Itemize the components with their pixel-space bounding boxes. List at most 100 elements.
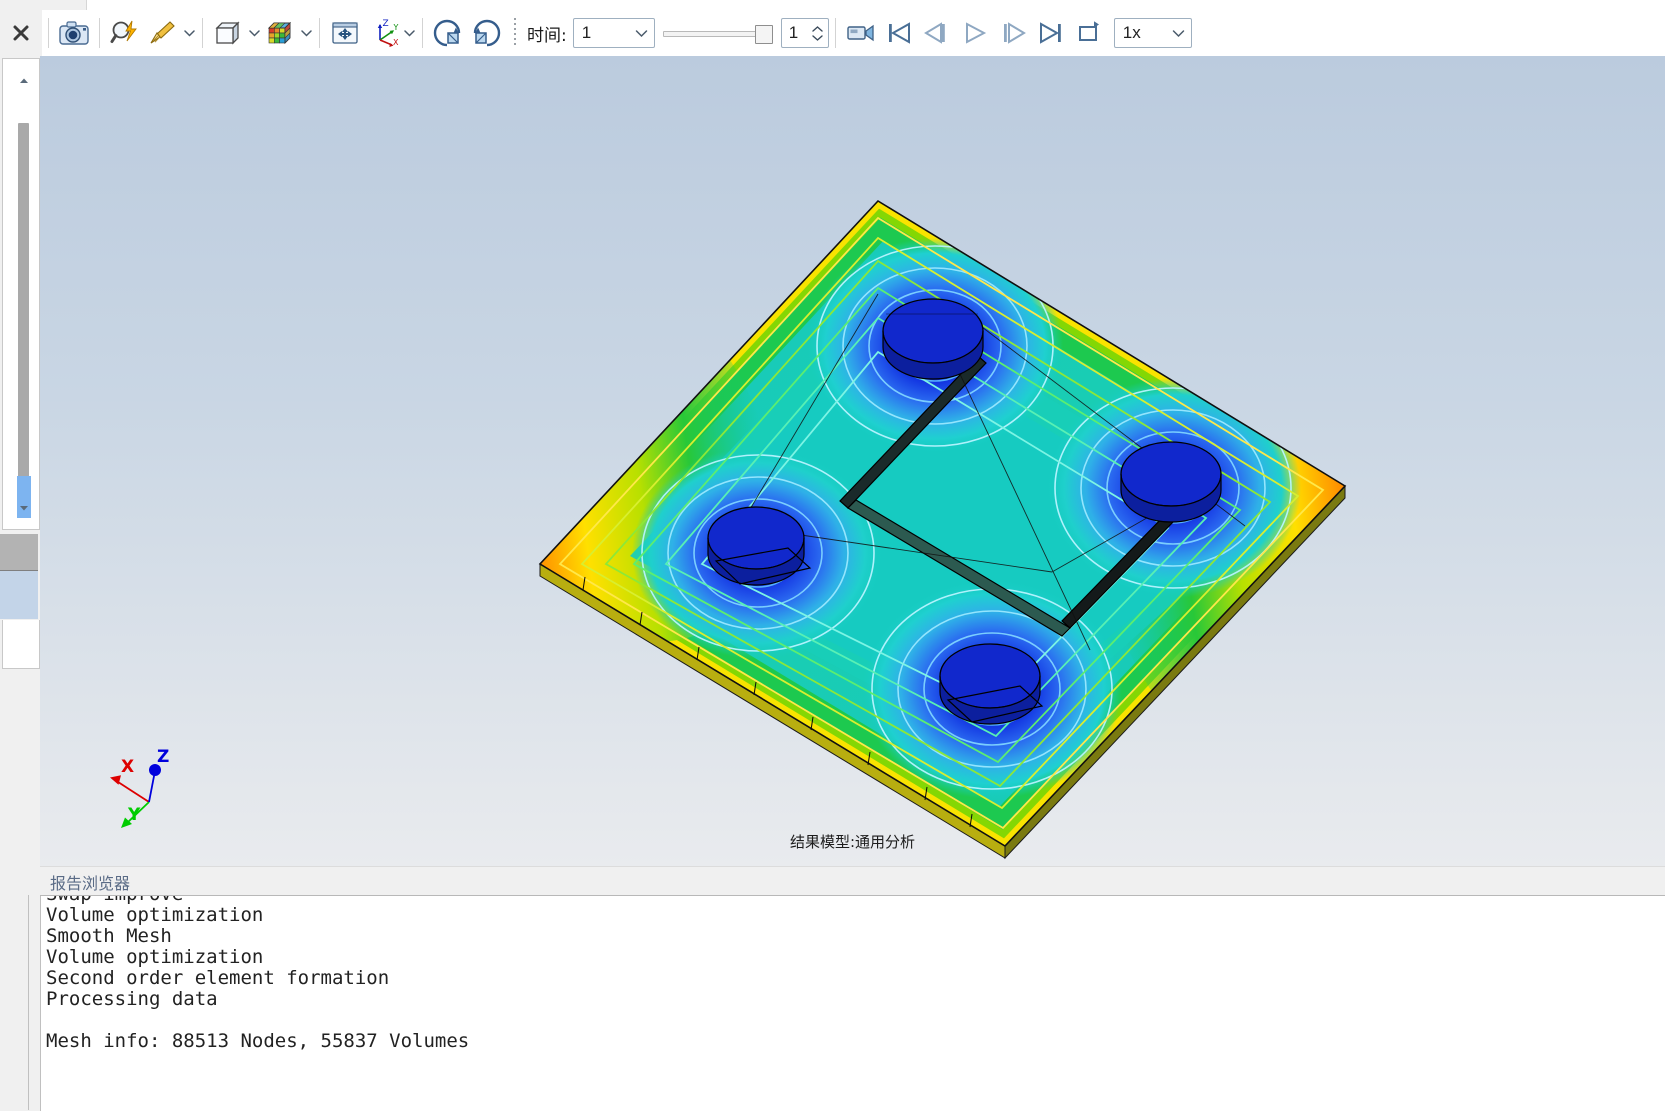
camera-icon (59, 21, 89, 45)
contour-button[interactable] (261, 14, 299, 52)
time-slider-thumb[interactable] (754, 25, 773, 44)
toolbar-divider-3 (202, 18, 203, 48)
top-strip-left (0, 0, 86, 10)
scroll-down-button[interactable] (17, 501, 31, 515)
playback-speed-select[interactable]: 1x (1113, 18, 1192, 48)
top-strip-divider (86, 0, 87, 10)
chevron-down-icon (403, 30, 415, 37)
chevron-down-icon (812, 34, 823, 41)
record-animation-button[interactable] (842, 14, 880, 52)
toolbar-divider-5 (422, 18, 423, 48)
log-line: Second order element formation (46, 967, 390, 989)
3d-viewport[interactable]: X Y Z 结果模型:通用分析 (40, 56, 1665, 866)
svg-text:Z: Z (383, 19, 389, 29)
model-tree-panel[interactable] (2, 58, 40, 530)
orientation-button[interactable]: Z Y X (364, 14, 402, 52)
quick-zoom-button[interactable] (106, 14, 144, 52)
svg-text:Y: Y (393, 23, 399, 32)
report-browser-title: 报告浏览器 (50, 873, 131, 893)
gutter-divider (28, 895, 29, 1110)
model-tree-scrollbar[interactable] (17, 73, 31, 518)
rotate-cw-icon (433, 19, 461, 47)
window-top-strip (0, 0, 1665, 10)
geometry-button[interactable] (209, 14, 247, 52)
time-label: 时间: (527, 25, 567, 46)
magnifier-lightning-icon (110, 20, 137, 43)
fea-contour-plot (538, 199, 1347, 860)
svg-text:X: X (393, 38, 399, 47)
loop-icon (1078, 21, 1099, 41)
x-axis-line (114, 779, 150, 803)
time-slider[interactable] (662, 19, 773, 47)
last-frame-button[interactable] (1032, 14, 1070, 52)
orientation-dropdown[interactable] (402, 14, 416, 52)
axis-triad: X Y Z (85, 728, 205, 838)
chevron-up-icon (812, 25, 823, 32)
log-line-list: Swap improveVolume optimizationSmooth Me… (46, 896, 470, 1052)
skip-start-icon (888, 22, 910, 44)
axis-triad-icon: Z Y X (377, 19, 399, 47)
scroll-up-button[interactable] (17, 73, 31, 87)
bottom-left-gutter (0, 866, 40, 1110)
rail-section-header[interactable] (0, 534, 38, 571)
loop-button[interactable] (1070, 14, 1108, 52)
time-select[interactable]: 1 (572, 18, 655, 48)
rotate-ccw-icon (473, 19, 501, 47)
boss-bottom (939, 643, 1044, 725)
video-camera-icon (847, 24, 874, 42)
log-left-border (40, 896, 41, 1111)
step-forward-icon (1003, 22, 1026, 44)
next-frame-button[interactable] (994, 14, 1032, 52)
frame-stepper-arrows[interactable] (812, 19, 823, 47)
time-select-chevron (635, 19, 648, 47)
broom-icon (150, 21, 175, 44)
y-axis-label: Y (127, 805, 141, 825)
frame-stepper-value: 1 (788, 23, 799, 42)
axis-triad-icon: X Y Z (110, 747, 169, 828)
rail-section-selected[interactable] (0, 571, 38, 619)
chevron-down-icon (300, 30, 312, 37)
boss-right (1120, 441, 1222, 523)
frame-stepper[interactable]: 1 (780, 18, 829, 48)
rotate-cw-button[interactable] (429, 14, 467, 52)
z-axis-label: Z (157, 747, 169, 767)
skip-end-icon (1039, 22, 1061, 44)
clear-dropdown[interactable] (182, 14, 196, 52)
close-button[interactable] (0, 10, 42, 56)
clear-button[interactable] (144, 14, 182, 52)
chevron-up-icon (20, 78, 28, 83)
toolbar-divider-6 (514, 18, 516, 48)
log-line: Volume optimization (46, 904, 264, 926)
rotate-ccw-button[interactable] (467, 14, 505, 52)
play-button[interactable] (956, 14, 994, 52)
geometry-dropdown[interactable] (247, 14, 261, 52)
log-line: Volume optimization (46, 946, 264, 968)
previous-frame-button[interactable] (918, 14, 956, 52)
log-line: Processing data (46, 988, 218, 1010)
scrollbar-thumb[interactable] (18, 123, 29, 479)
model-caption: 结果模型:通用分析 (789, 833, 916, 851)
chevron-down-icon (1172, 29, 1184, 37)
cae-postprocessor-window: Z Y X 时间: 1 1 1x X Y Z 结果模型:通用分析 报告浏览器 V… (0, 0, 1665, 1111)
first-frame-button[interactable] (880, 14, 918, 52)
contour-dropdown[interactable] (299, 14, 313, 52)
snapshot-button[interactable] (55, 14, 93, 52)
play-icon (965, 22, 986, 44)
cube-icon (215, 21, 240, 45)
pan-button[interactable] (326, 14, 364, 52)
report-browser-bar[interactable]: 报告浏览器 (40, 866, 1665, 896)
log-output-pane[interactable]: Swap improveVolume optimizationSmooth Me… (40, 895, 1665, 1111)
toolbar-divider-4 (319, 18, 320, 48)
rail-section-body[interactable] (2, 620, 40, 669)
log-line: Smooth Mesh (46, 925, 172, 947)
boss-top (882, 298, 984, 380)
move-arrows-icon (332, 22, 358, 44)
chevron-down-icon (20, 505, 28, 510)
playback-speed-chevron (1172, 19, 1185, 47)
log-line: Mesh info: 88513 Nodes, 55837 Volumes (46, 1030, 470, 1052)
chevron-down-icon (248, 30, 260, 37)
main-toolbar: Z Y X 时间: 1 1 1x (0, 10, 1665, 57)
plate-top-face (540, 201, 1345, 846)
time-select-value: 1 (581, 23, 592, 42)
